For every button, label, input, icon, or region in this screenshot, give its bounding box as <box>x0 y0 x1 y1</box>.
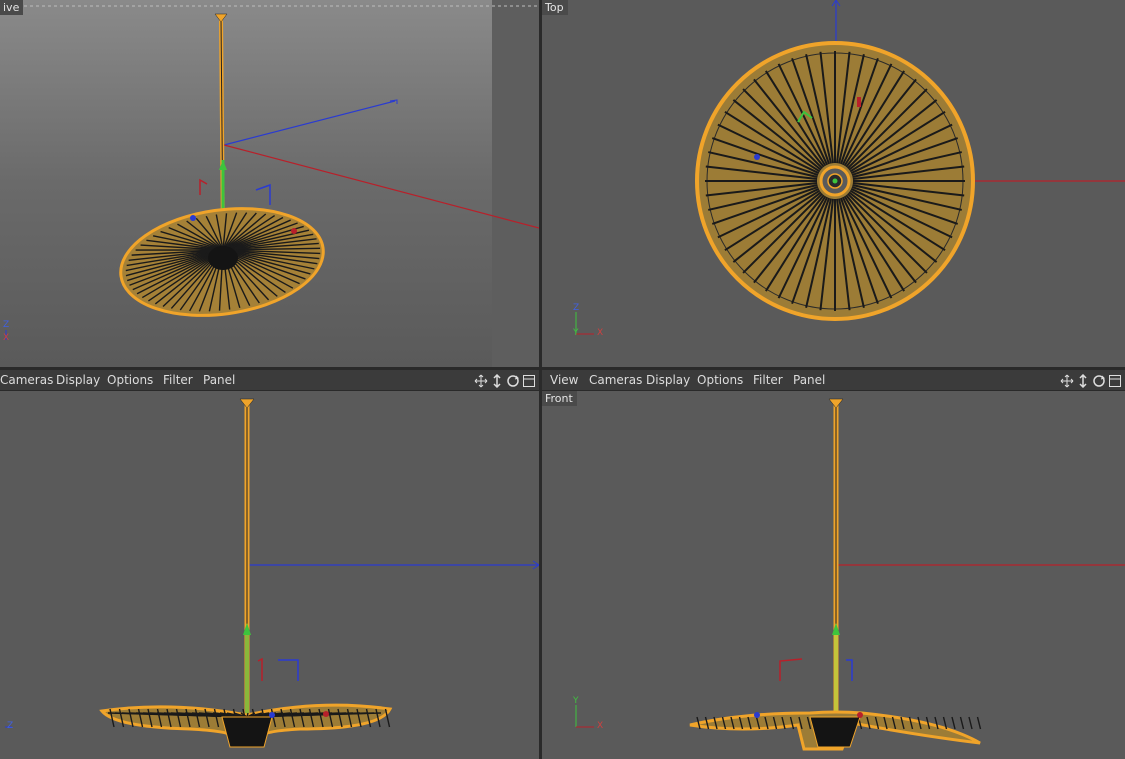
maximize-view-icon[interactable] <box>522 373 536 387</box>
menu-cameras[interactable]: Cameras <box>589 373 642 388</box>
axis-label-x: X <box>597 721 604 731</box>
viewport-label-front: Front <box>542 391 577 406</box>
viewport-label-perspective: ive <box>0 0 24 15</box>
viewport-perspective[interactable]: ive Z X <box>0 0 539 367</box>
menu-display[interactable]: Display <box>56 373 100 388</box>
axis-label-z: Z <box>3 320 10 330</box>
axis-label-z: Z <box>7 721 14 731</box>
rotate-view-icon[interactable] <box>1092 373 1106 387</box>
rotate-view-icon[interactable] <box>506 373 520 387</box>
dolly-view-icon[interactable] <box>490 373 504 389</box>
menu-options[interactable]: Options <box>697 373 743 388</box>
maximize-view-icon[interactable] <box>1108 373 1122 387</box>
viewport-toolbar-right-view: Cameras Display Options Filter Panel <box>0 369 539 391</box>
axis-label-y: Y <box>573 328 579 338</box>
dolly-view-icon[interactable] <box>1076 373 1090 389</box>
viewport-toolbar-front-view: View Cameras Display Options Filter Pane… <box>542 369 1125 391</box>
menu-options[interactable]: Options <box>107 373 153 388</box>
menu-panel[interactable]: Panel <box>203 373 235 388</box>
move-view-icon[interactable] <box>1060 373 1074 388</box>
right-scene <box>5 398 539 748</box>
move-view-icon[interactable] <box>474 373 488 388</box>
axis-label-x: X <box>597 328 604 338</box>
menu-view[interactable]: View <box>550 373 578 388</box>
menu-filter[interactable]: Filter <box>163 373 193 388</box>
viewport-top[interactable]: Top Z Y X <box>542 0 1125 367</box>
viewport-divider-horizontal[interactable] <box>0 367 1125 369</box>
menu-panel[interactable]: Panel <box>793 373 825 388</box>
viewport-front[interactable]: Front Y X <box>542 391 1125 759</box>
menu-display[interactable]: Display <box>646 373 690 388</box>
viewport-label-top: Top <box>542 0 568 15</box>
axis-label-y: Y <box>573 696 579 706</box>
front-scene <box>575 398 1125 751</box>
perspective-scene <box>0 0 539 367</box>
viewport-divider-vertical[interactable] <box>539 0 542 759</box>
top-scene <box>575 0 1125 335</box>
viewport-right[interactable]: Z <box>0 391 539 759</box>
menu-filter[interactable]: Filter <box>753 373 783 388</box>
axis-label-x: X <box>3 333 10 343</box>
menu-cameras[interactable]: Cameras <box>0 373 53 388</box>
axis-label-z: Z <box>573 303 580 313</box>
